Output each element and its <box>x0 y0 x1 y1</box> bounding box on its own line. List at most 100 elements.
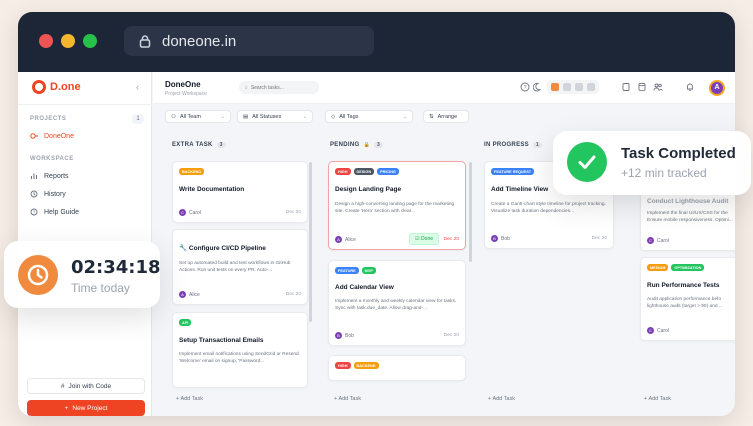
team-filter-icon: ⚇ <box>171 113 176 120</box>
lock-icon: 🔒 <box>363 142 370 148</box>
card-tags: MEDIUM OPTIMIZATION <box>647 264 705 271</box>
clock-icon <box>18 255 58 295</box>
board-view-icon[interactable] <box>551 83 559 91</box>
assignee-avatar: C <box>647 327 654 334</box>
collapse-sidebar-icon[interactable]: ‹ <box>136 82 139 92</box>
card-tags: HIGH BACKEND <box>335 362 379 369</box>
new-project-button[interactable]: + New Project <box>27 400 145 416</box>
toast-subtitle: +12 min tracked <box>621 166 707 180</box>
maximize-window-button[interactable] <box>83 34 97 48</box>
chevron-down-icon: ⌄ <box>302 113 307 120</box>
add-task-button[interactable]: + Add Task <box>176 396 203 402</box>
column-title: EXTRA TASK <box>172 142 213 148</box>
toast-title: Task Completed <box>621 145 736 162</box>
card-footer: C Carol <box>647 237 735 244</box>
due-date: Dec 20 <box>443 333 459 338</box>
workspace-subtitle: Project Workspace <box>165 91 207 97</box>
status-filter-icon: ▤ <box>243 113 249 120</box>
column-count: 3 <box>373 142 384 148</box>
card-description: Audit application performance befo light… <box>647 297 723 309</box>
sidebar-item-help-guide[interactable]: ? Help Guide <box>30 208 79 216</box>
assignee-name: Bob <box>501 235 510 242</box>
tag-high: HIGH <box>335 362 351 369</box>
moon-icon[interactable] <box>533 82 543 92</box>
sidebar-item-reports[interactable]: Reports <box>30 172 69 180</box>
task-card[interactable]: HIGH BACKEND <box>328 355 466 381</box>
task-card[interactable]: BACKEND Write Documentation C Carol Dec … <box>172 161 308 223</box>
help-circle-icon[interactable]: ? <box>520 82 530 92</box>
due-date: Dec 20 <box>591 236 607 241</box>
card-footer: B Bob Dec 20 <box>335 332 459 339</box>
bell-icon[interactable] <box>685 82 695 92</box>
card-tags: API <box>179 319 192 326</box>
task-completed-toast: Task Completed +12 min tracked <box>553 131 751 195</box>
assignee-name: Alice <box>189 291 200 298</box>
card-footer: B Bob Dec 20 <box>491 235 607 242</box>
card-title: Add Timeline View <box>491 186 549 193</box>
column-header: IN PROGRESS 1 <box>484 142 543 148</box>
tags-filter[interactable]: ◇ All Tags ⌄ <box>325 110 413 123</box>
add-task-button[interactable]: + Add Task <box>488 396 515 402</box>
assignee-avatar: B <box>491 235 498 242</box>
card-footer: C Carol <box>647 327 735 334</box>
tag-feature-request: FEATURE REQUEST <box>491 168 535 175</box>
sidebar-item-label: History <box>44 190 66 198</box>
svg-text:?: ? <box>523 85 526 91</box>
status-filter[interactable]: ▤ All Statuses ⌄ <box>237 110 313 123</box>
sidebar-item-label: Help Guide <box>44 208 80 216</box>
tag-pricing: PRICING <box>377 168 399 175</box>
column-count: 1 <box>532 142 543 148</box>
svg-text:?: ? <box>33 210 36 215</box>
workspace-name: DoneOne <box>165 80 201 89</box>
tasks-icon[interactable] <box>621 82 631 92</box>
task-card[interactable]: Conduct Lighthouse Audit Implement the f… <box>640 189 735 251</box>
tag-api: API <box>179 319 192 326</box>
assignee-avatar: C <box>179 209 186 216</box>
app-logo[interactable]: D.one <box>32 80 81 94</box>
task-card[interactable]: MEDIUM OPTIMIZATION Run Performance Test… <box>640 257 735 341</box>
column-scrollbar[interactable] <box>309 162 312 322</box>
arrange-button[interactable]: ⇅ Arrange <box>423 110 469 123</box>
tag-medium: MEDIUM <box>647 264 669 271</box>
status-filter-label: All Statuses <box>252 113 282 120</box>
search-box[interactable]: ⌕ <box>239 81 319 94</box>
assignee-name: Bob <box>345 332 354 339</box>
card-description: Implement a monthly and weekly calendar … <box>335 299 457 311</box>
projects-section-title: PROJECTS <box>30 116 67 122</box>
close-window-button[interactable] <box>39 34 53 48</box>
database-icon[interactable] <box>637 82 647 92</box>
join-with-code-button[interactable]: # Join with Code <box>27 378 145 394</box>
card-description: Set up automated build and test workflow… <box>179 261 291 273</box>
tag-design: DESIGN <box>353 168 375 175</box>
card-title: Add Calendar View <box>335 284 394 291</box>
task-card[interactable]: 🔧 Configure CI/CD Pipeline Set up automa… <box>172 229 308 305</box>
join-label: Join with Code <box>68 382 112 390</box>
team-icon[interactable] <box>653 82 663 92</box>
title-bar: doneone.in <box>18 12 735 72</box>
tags-filter-label: All Tags <box>339 113 359 120</box>
tag-mvp: MVP <box>361 267 376 274</box>
task-card[interactable]: FEATURE MVP Add Calendar View Implement … <box>328 260 466 346</box>
add-task-button[interactable]: + Add Task <box>334 396 361 402</box>
table-view-icon[interactable] <box>575 83 583 91</box>
task-card[interactable]: API Setup Transactional Emails Implement… <box>172 312 308 388</box>
sidebar-item-doneone[interactable]: DoneOne <box>30 132 74 140</box>
list-view-icon[interactable] <box>563 83 571 91</box>
add-task-button[interactable]: + Add Task <box>644 396 671 402</box>
search-input[interactable] <box>250 84 311 91</box>
team-filter[interactable]: ⚇ All Team ⌄ <box>165 110 231 123</box>
column-title: PENDING <box>330 142 360 148</box>
user-avatar[interactable]: A <box>709 80 725 96</box>
column-header: EXTRA TASK 3 <box>172 142 226 148</box>
assignee-name: Carol <box>657 327 669 334</box>
address-bar[interactable]: doneone.in <box>124 26 374 56</box>
add-task-label: Add Task <box>492 396 515 402</box>
minimize-window-button[interactable] <box>61 34 75 48</box>
task-card[interactable]: HIGH DESIGN PRICING Design Landing Page … <box>328 161 466 250</box>
calendar-view-icon[interactable] <box>587 83 595 91</box>
tag-backend: BACKEND <box>179 168 204 175</box>
view-toggle[interactable] <box>547 80 599 94</box>
tag-icon: ◇ <box>331 113 336 120</box>
sidebar-item-history[interactable]: History <box>30 190 66 198</box>
column-scrollbar[interactable] <box>469 162 472 262</box>
